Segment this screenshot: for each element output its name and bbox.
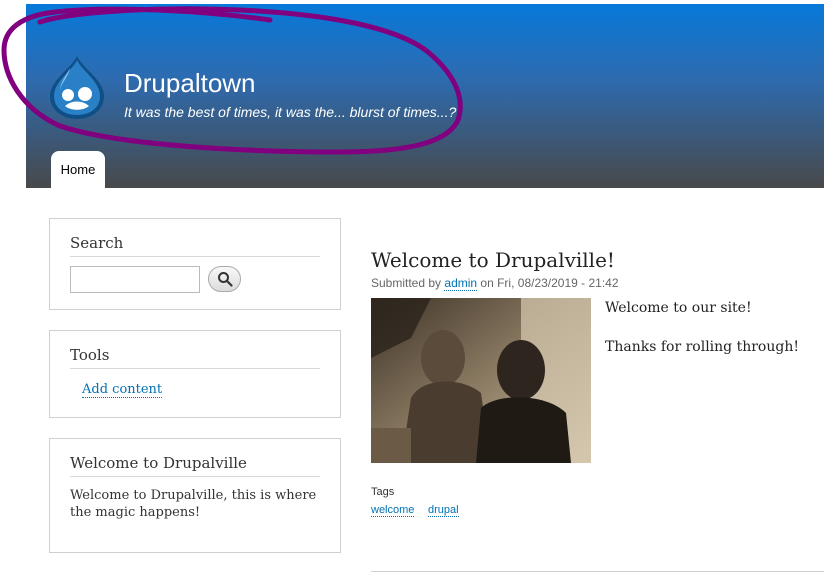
author-link[interactable]: admin (444, 276, 478, 291)
submitted-prefix: Submitted by (371, 276, 442, 290)
search-input[interactable] (70, 266, 200, 293)
article-submitted: Submitted by admin on Fri, 08/23/2019 - … (371, 276, 619, 291)
tag-drupal-link[interactable]: drupal (428, 504, 459, 517)
welcome-block: Welcome to Drupalville Welcome to Drupal… (49, 438, 341, 553)
tools-block-title: Tools (70, 346, 320, 369)
article-body: Welcome to our site! Thanks for rolling … (605, 299, 805, 377)
add-content-link[interactable]: Add content (82, 382, 163, 398)
site-name[interactable]: Drupaltown (124, 68, 256, 99)
magnifier-icon (218, 272, 233, 287)
tag-welcome-link[interactable]: welcome (371, 504, 415, 517)
article-body-paragraph: Thanks for rolling through! (605, 339, 799, 355)
tools-block: Tools Add content (49, 330, 341, 418)
site-slogan: It was the best of times, it was the... … (124, 104, 457, 120)
search-block-title: Search (70, 234, 320, 257)
tags-label: Tags (371, 486, 395, 498)
drupal-logo-icon[interactable] (48, 54, 106, 120)
site-header: Drupaltown It was the best of times, it … (26, 4, 824, 188)
search-button[interactable] (208, 266, 241, 292)
welcome-block-text: Welcome to Drupalville, this is where th… (70, 488, 317, 520)
article-body-paragraph: Welcome to our site! (605, 300, 752, 316)
submitted-date: on Fri, 08/23/2019 - 21:42 (480, 276, 619, 290)
search-block: Search (49, 218, 341, 310)
content-divider (371, 571, 824, 572)
tab-home-label: Home (60, 162, 96, 177)
article-title[interactable]: Welcome to Drupalville! (371, 248, 615, 272)
tab-home[interactable]: Home (51, 151, 105, 188)
welcome-block-title: Welcome to Drupalville (70, 454, 320, 477)
article-photo (371, 298, 591, 463)
